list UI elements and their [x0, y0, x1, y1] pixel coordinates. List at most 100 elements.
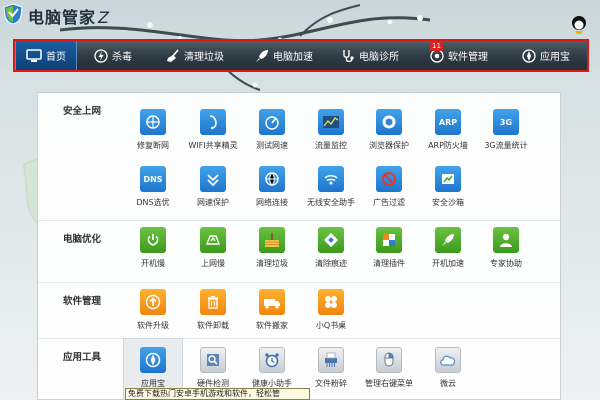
tile-label: 测试网速	[256, 141, 288, 150]
wifi-share-icon	[200, 109, 226, 135]
app-store-tooltip: 免费下载热门安卓手机游戏和软件，轻松管	[125, 388, 310, 400]
tile-label: 开机慢	[141, 259, 165, 268]
tile-move-software[interactable]: 软件搬家	[242, 287, 302, 339]
tile-slow-net[interactable]: 上网慢	[183, 225, 243, 277]
section-title: 电脑优化	[63, 234, 102, 245]
section-title: 应用工具	[63, 352, 102, 363]
tile-plugin-clean[interactable]: 清理插件	[359, 225, 419, 277]
slow-net-icon	[200, 227, 226, 253]
tile-upgrade[interactable]: 软件升级	[123, 287, 183, 339]
tile-label: 清理插件	[373, 259, 405, 268]
tile-label: 软件搬家	[256, 321, 288, 330]
rocket-icon	[256, 49, 268, 62]
sandbox-icon	[435, 166, 461, 192]
power-icon	[140, 227, 166, 253]
traffic-monitor-icon	[318, 109, 344, 135]
tile-browser-protect[interactable]: 浏览器保护	[359, 107, 419, 159]
weiyun-cloud-icon	[435, 347, 461, 373]
nav-cleanup[interactable]: 清理垃圾	[149, 41, 241, 70]
main-nav-bar: 首页 杀毒 清理垃圾 电脑加速 电脑诊所 11 软件管理 应用宝	[13, 39, 589, 72]
tile-label: 浏览器保护	[369, 141, 409, 150]
tile-weiyun[interactable]: 微云	[418, 345, 478, 397]
tile-context-menu[interactable]: 管理右键菜单	[359, 345, 419, 397]
tile-label: 文件粉碎	[315, 379, 347, 388]
tile-label: 无线安全助手	[307, 198, 355, 207]
tile-wireless-security[interactable]: 无线安全助手	[301, 164, 361, 216]
context-menu-icon	[376, 347, 402, 373]
tile-label: DNS选优	[136, 198, 170, 207]
nav-app-store[interactable]: 应用宝	[505, 41, 587, 70]
nav-label: 首页	[46, 52, 66, 63]
dns-icon: DNS	[140, 166, 166, 192]
nav-label: 电脑诊所	[359, 52, 399, 63]
wireless-security-icon	[318, 166, 344, 192]
tile-network-repair[interactable]: 修复断网	[123, 107, 183, 159]
tile-label: 网速保护	[197, 198, 229, 207]
section-title: 安全上网	[63, 106, 102, 117]
tile-label: 3G流量统计	[484, 141, 528, 150]
nav-clinic[interactable]: 电脑诊所	[327, 41, 413, 70]
qq-desk-icon	[318, 289, 344, 315]
arp-firewall-icon: ARP	[435, 109, 461, 135]
tile-traffic-monitor[interactable]: 流量监控	[301, 107, 361, 159]
network-repair-icon	[140, 109, 166, 135]
expert-icon	[493, 227, 519, 253]
move-software-icon	[259, 289, 285, 315]
section-optimization: 电脑优化 开机慢 上网慢 清理垃圾 清除痕迹 清理插件 开机加速 专家协助	[38, 221, 560, 283]
title-bar[interactable]: 电脑管家 Z	[0, 0, 600, 36]
tile-label: ARP防火墙	[428, 141, 468, 150]
tile-3g-traffic[interactable]: 3G 3G流量统计	[476, 107, 536, 159]
tile-erase-traces[interactable]: 清除痕迹	[301, 225, 361, 277]
user-avatar-icon[interactable]	[570, 14, 588, 34]
nav-software[interactable]: 11 软件管理	[413, 41, 505, 70]
speed-test-icon	[259, 109, 285, 135]
tile-ad-filter[interactable]: 广告过滤	[359, 164, 419, 216]
alarm-clock-icon	[259, 347, 285, 373]
tile-label: 上网慢	[201, 259, 225, 268]
nav-label: 应用宝	[540, 52, 570, 63]
nav-speedup[interactable]: 电脑加速	[241, 41, 327, 70]
tools-panel: 安全上网 修复断网 WIFI共享精灵 测试网速 流量监控 浏览器保护 ARP A…	[37, 92, 561, 400]
tile-network-connect[interactable]: 网络连接	[242, 164, 302, 216]
nav-home[interactable]: 首页	[15, 41, 77, 70]
browser-protect-icon	[376, 109, 402, 135]
broom-icon	[167, 48, 179, 62]
tile-qq-desk[interactable]: 小Q书桌	[301, 287, 361, 339]
erase-traces-icon	[318, 227, 344, 253]
tile-sandbox[interactable]: 安全沙箱	[418, 164, 478, 216]
tile-uninstall[interactable]: 软件卸载	[183, 287, 243, 339]
nav-label: 杀毒	[112, 52, 132, 63]
tile-label: 网络连接	[256, 198, 288, 207]
app-logo-icon	[3, 3, 23, 25]
tile-speed-protect[interactable]: 网速保护	[183, 164, 243, 216]
tile-wifi-share[interactable]: WIFI共享精灵	[183, 107, 243, 159]
tile-cleanup[interactable]: 清理垃圾	[242, 225, 302, 277]
tile-dns[interactable]: DNS DNS选优	[123, 164, 183, 216]
tile-label: 专家协助	[490, 259, 522, 268]
tile-expert[interactable]: 专家协助	[476, 225, 536, 277]
3g-traffic-icon: 3G	[493, 109, 519, 135]
speed-protect-icon	[200, 166, 226, 192]
tile-label: 开机加速	[432, 259, 464, 268]
nav-antivirus[interactable]: 杀毒	[77, 41, 149, 70]
update-count-badge: 11	[430, 42, 443, 51]
tile-label: 清理垃圾	[256, 259, 288, 268]
app-store-icon	[522, 48, 536, 63]
tile-speed-test[interactable]: 测试网速	[242, 107, 302, 159]
nav-label: 软件管理	[448, 52, 488, 63]
app-store-icon	[140, 347, 166, 373]
nav-label: 清理垃圾	[184, 52, 224, 63]
tile-boot-speedup[interactable]: 开机加速	[418, 225, 478, 277]
tile-slow-boot[interactable]: 开机慢	[123, 225, 183, 277]
ad-filter-icon	[376, 166, 402, 192]
upgrade-icon	[140, 289, 166, 315]
app-title-text: 电脑管家	[28, 8, 97, 27]
tile-label: WIFI共享精灵	[188, 141, 238, 150]
tile-label: 广告过滤	[373, 198, 405, 207]
tile-label: 软件卸载	[197, 321, 229, 330]
app-title-mark: Z	[98, 8, 110, 27]
stethoscope-icon	[343, 49, 354, 62]
tile-arp-firewall[interactable]: ARP ARP防火墙	[418, 107, 478, 159]
tile-file-shredder[interactable]: 文件粉碎	[301, 345, 361, 397]
network-connect-icon	[259, 166, 285, 192]
